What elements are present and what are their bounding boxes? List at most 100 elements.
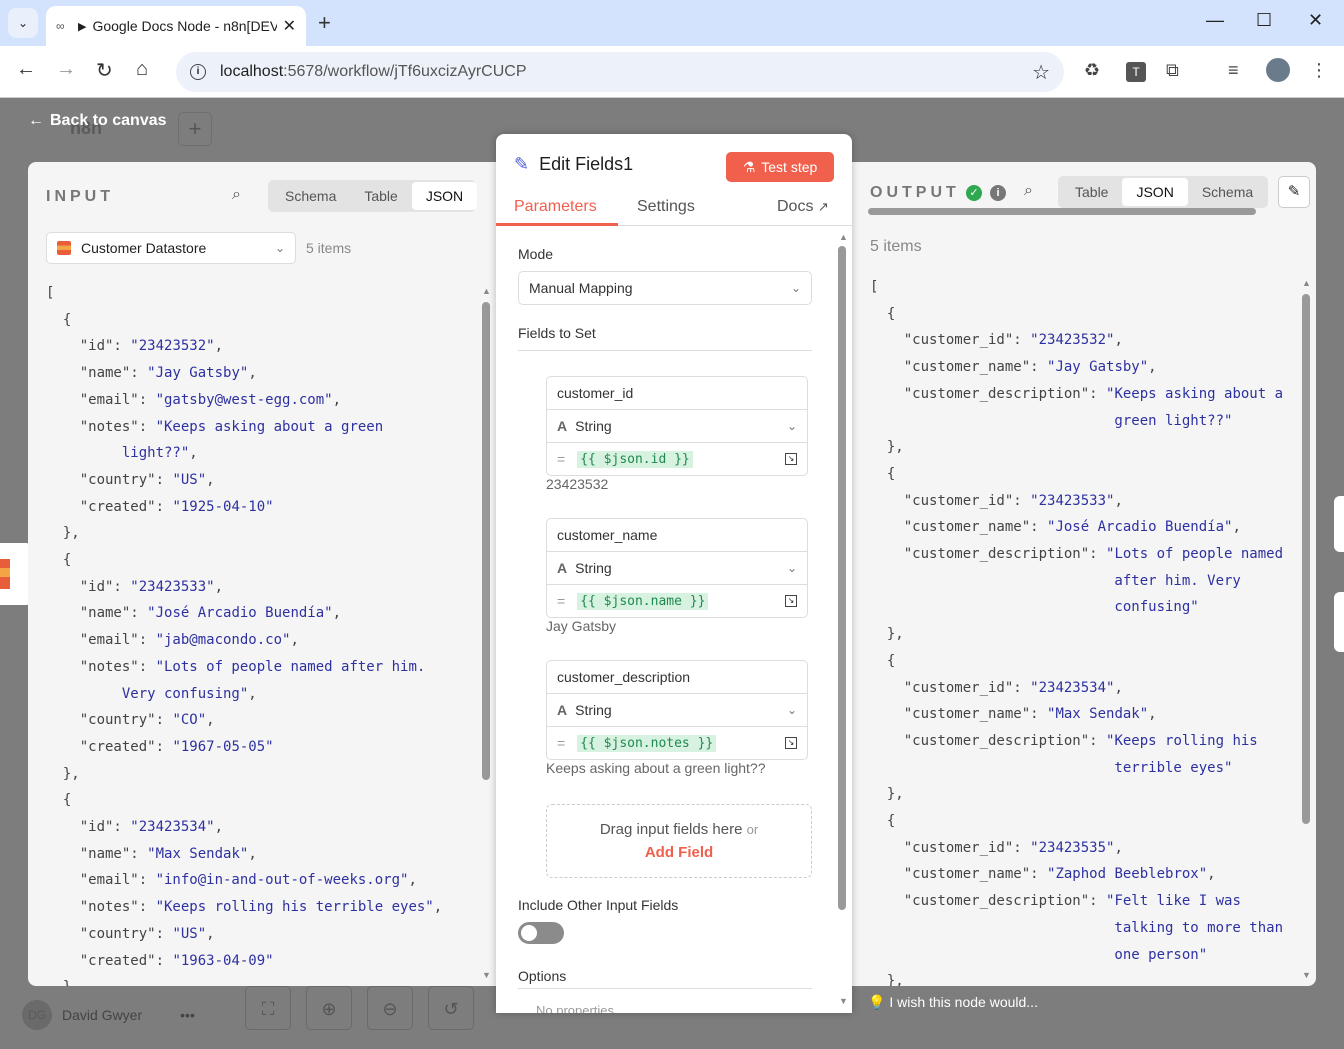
datastore-select[interactable]: Customer Datastore ⌄ xyxy=(46,232,296,264)
feedback-link[interactable]: 💡 I wish this node would... xyxy=(868,994,1038,1011)
drag-drop-zone[interactable]: Drag input fields here or Add Field xyxy=(546,804,812,878)
output-node-handle-1[interactable] xyxy=(1334,496,1344,552)
site-info-icon[interactable]: i xyxy=(190,64,206,80)
maximize-icon[interactable]: ☐ xyxy=(1256,10,1272,31)
profile-avatar[interactable] xyxy=(1266,58,1290,82)
user-menu[interactable]: DG David Gwyer ••• xyxy=(22,1000,195,1030)
scroll-down-icon[interactable]: ▼ xyxy=(1302,970,1311,980)
json-line: [ xyxy=(870,274,1283,301)
scroll-up-icon[interactable]: ▲ xyxy=(839,232,848,242)
media-control-icon[interactable]: ≡ xyxy=(1228,60,1239,81)
search-icon[interactable]: ⌕ xyxy=(232,186,241,204)
field-type-select[interactable]: A String ⌄ xyxy=(547,694,807,727)
include-other-fields-toggle[interactable] xyxy=(518,922,564,944)
json-line: "customer_id": "23423535", xyxy=(870,835,1283,862)
input-view-schema[interactable]: Schema xyxy=(271,182,350,210)
scroll-down-icon[interactable]: ▼ xyxy=(482,970,491,980)
expand-icon[interactable]: ↘ xyxy=(785,737,797,749)
t-extension-icon[interactable]: T xyxy=(1126,62,1146,82)
zoom-in-icon[interactable]: ⊕ xyxy=(306,986,352,1030)
back-to-canvas-button[interactable]: ← Back to canvas xyxy=(28,112,167,130)
extensions-puzzle-icon[interactable]: ⧉ xyxy=(1166,60,1179,81)
json-line: { xyxy=(870,648,1283,675)
json-line: }, xyxy=(870,781,1283,808)
no-properties-text: No properties xyxy=(536,1003,615,1013)
field-type-select[interactable]: A String ⌄ xyxy=(547,410,807,443)
mode-label: Mode xyxy=(518,246,554,262)
scroll-down-icon[interactable]: ▼ xyxy=(839,996,848,1006)
json-line: { xyxy=(870,461,1283,488)
mode-select[interactable]: Manual Mapping ⌄ xyxy=(518,271,812,305)
tab-settings[interactable]: Settings xyxy=(637,198,695,216)
field-name-input[interactable]: customer_id xyxy=(547,377,807,410)
info-icon[interactable]: i xyxy=(990,185,1006,201)
output-view-table[interactable]: Table xyxy=(1061,178,1122,206)
zoom-out-icon[interactable]: ⊖ xyxy=(367,986,413,1030)
node-title[interactable]: ✎ Edit Fields1 xyxy=(514,154,633,175)
browser-tab[interactable]: ∞ ▶ Google Docs Node - n8n[DEV] ✕ xyxy=(46,6,306,46)
address-bar[interactable]: i localhost:5678/workflow/jTf6uxcizAyrCU… xyxy=(176,52,1064,92)
add-field-button[interactable]: Add Field xyxy=(547,844,811,861)
bookmark-star-icon[interactable]: ☆ xyxy=(1032,60,1050,85)
scroll-up-icon[interactable]: ▲ xyxy=(482,286,491,296)
close-window-icon[interactable]: ✕ xyxy=(1308,10,1323,31)
json-punct: , xyxy=(214,338,224,355)
output-scrollbar[interactable] xyxy=(1302,294,1310,824)
input-view-table[interactable]: Table xyxy=(350,182,411,210)
field-type-select[interactable]: A String ⌄ xyxy=(547,552,807,585)
json-line: one person" xyxy=(870,942,1283,969)
json-key: "name": xyxy=(46,605,148,622)
json-key: "customer_description": xyxy=(870,546,1107,563)
output-view-schema[interactable]: Schema xyxy=(1188,178,1267,206)
json-value: "23423534" xyxy=(1030,679,1115,696)
editor-scrollbar[interactable] xyxy=(838,246,846,910)
field-value-expression[interactable]: = {{ $json.notes }} ↘ xyxy=(547,727,807,759)
reload-icon[interactable]: ↻ xyxy=(96,58,113,83)
field-type-value: String xyxy=(575,560,612,576)
add-node-button[interactable]: + xyxy=(178,112,212,146)
close-tab-icon[interactable]: ✕ xyxy=(283,16,296,36)
json-punct: , xyxy=(332,605,342,622)
output-view-json[interactable]: JSON xyxy=(1122,178,1188,206)
json-key: "customer_id": xyxy=(870,492,1031,509)
back-arrow-icon[interactable]: ← xyxy=(16,58,36,81)
browser-menu-icon[interactable]: ⋮ xyxy=(1310,60,1328,81)
tab-search-button[interactable]: ⌄ xyxy=(8,8,38,38)
expand-icon[interactable]: ↘ xyxy=(785,595,797,607)
recycle-extension-icon[interactable]: ♻ xyxy=(1084,60,1100,81)
json-punct: }, xyxy=(870,626,904,643)
output-horizontal-scrollbar[interactable] xyxy=(868,208,1256,215)
json-line: }, xyxy=(870,621,1283,648)
input-view-switch: Schema Table JSON xyxy=(268,180,478,212)
n8n-favicon-icon: ∞ xyxy=(56,19,65,33)
json-punct: , xyxy=(332,391,342,408)
output-node-handle-2[interactable] xyxy=(1334,592,1344,652)
home-icon[interactable]: ⌂ xyxy=(136,58,148,81)
input-scrollbar[interactable] xyxy=(482,302,490,780)
more-options-icon[interactable]: ••• xyxy=(180,1007,195,1023)
json-punct: { xyxy=(870,652,896,669)
expand-icon[interactable]: ↘ xyxy=(785,453,797,465)
new-tab-button[interactable]: + xyxy=(318,10,331,36)
tab-docs[interactable]: Docs ↗ xyxy=(777,198,829,216)
field-name-input[interactable]: customer_description xyxy=(547,661,807,694)
edit-output-pencil-icon[interactable]: ✎ xyxy=(1278,176,1310,208)
field-value-expression[interactable]: = {{ $json.name }} ↘ xyxy=(547,585,807,617)
input-view-json[interactable]: JSON xyxy=(411,182,478,210)
tab-parameters[interactable]: Parameters xyxy=(514,198,597,216)
reset-zoom-icon[interactable]: ↺ xyxy=(428,986,474,1030)
minimize-icon[interactable]: — xyxy=(1206,10,1224,31)
fit-view-icon[interactable]: ⛶ xyxy=(245,986,291,1030)
json-key: "created": xyxy=(46,952,173,969)
field-value-expression[interactable]: = {{ $json.id }} ↘ xyxy=(547,443,807,475)
scroll-up-icon[interactable]: ▲ xyxy=(1302,278,1311,288)
equals-icon: = xyxy=(557,735,566,751)
json-punct: }, xyxy=(870,786,904,803)
test-step-button[interactable]: ⚗ Test step xyxy=(726,152,834,182)
divider xyxy=(518,988,812,989)
forward-arrow-icon[interactable]: → xyxy=(56,58,76,81)
json-value: "Zaphod Beeblebrox" xyxy=(1047,866,1208,883)
field-name-input[interactable]: customer_name xyxy=(547,519,807,552)
string-type-icon: A xyxy=(557,418,568,434)
search-icon[interactable]: ⌕ xyxy=(1024,182,1033,200)
